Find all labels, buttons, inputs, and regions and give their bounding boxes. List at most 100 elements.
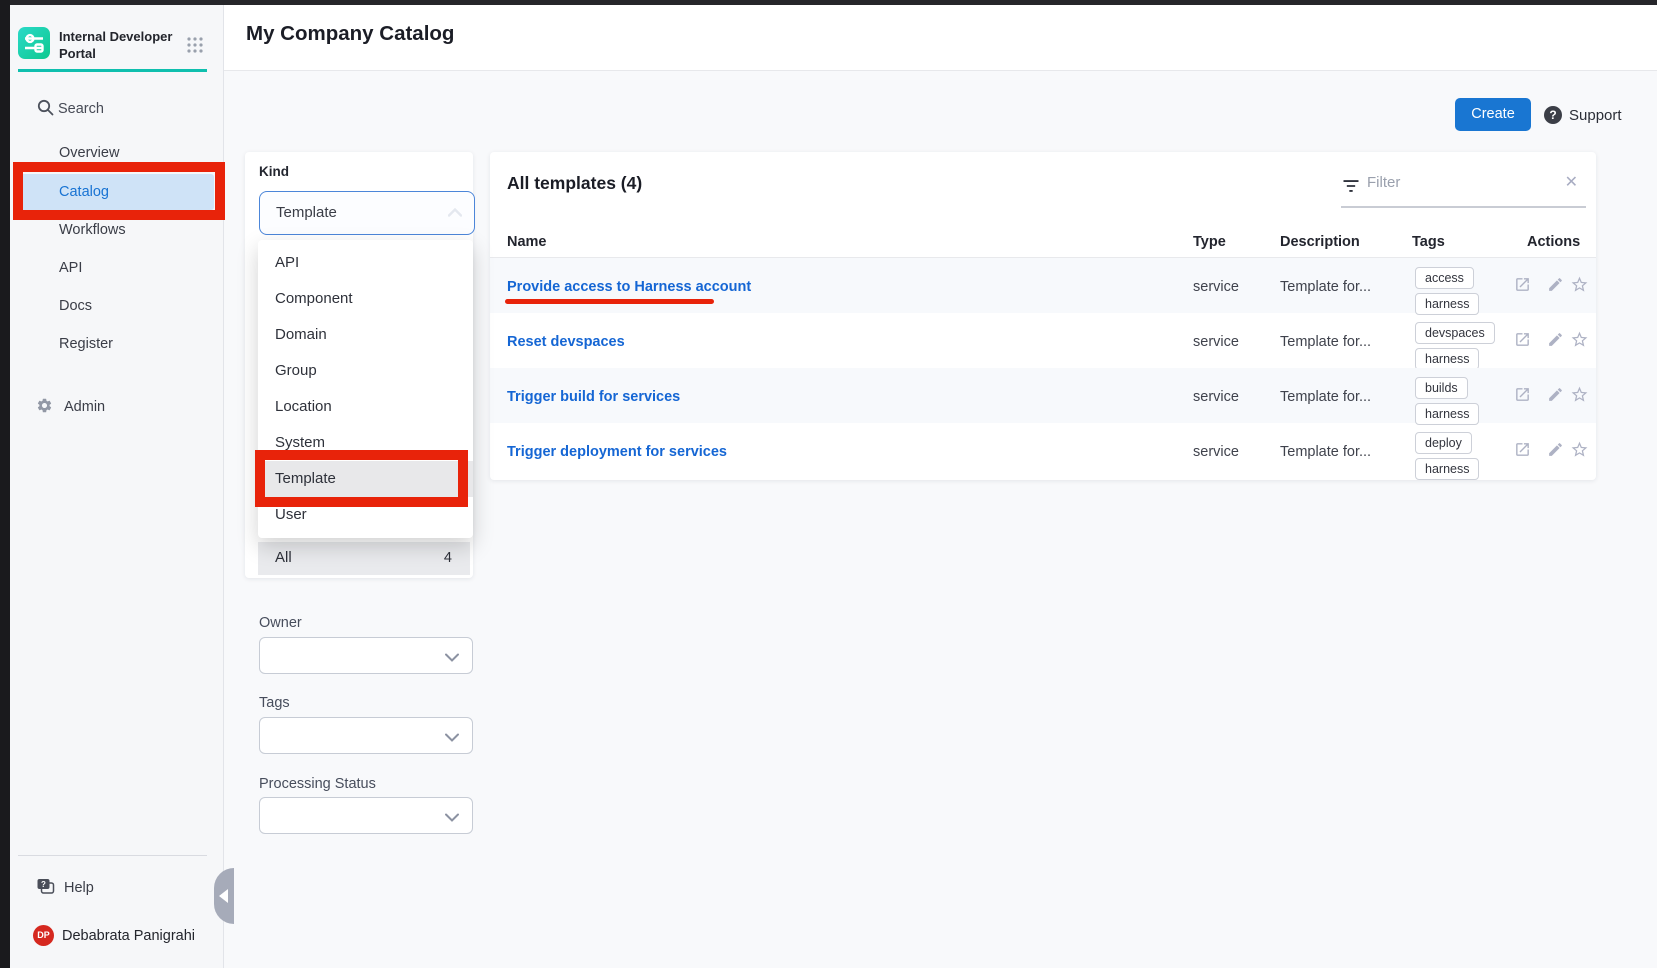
sidebar-item-search[interactable]: Search (10, 93, 224, 125)
edit-icon[interactable] (1547, 331, 1564, 348)
window-left-edge (0, 0, 10, 968)
support-button[interactable]: Support (1569, 107, 1622, 124)
chevron-down-icon (445, 653, 459, 662)
header-divider (224, 70, 1657, 71)
tags-select[interactable] (259, 717, 473, 754)
kind-option-system[interactable]: System (258, 425, 473, 461)
sidebar-item-admin[interactable]: Admin (10, 393, 224, 423)
tag-chip[interactable]: harness (1415, 458, 1479, 480)
template-name-link[interactable]: Provide access to Harness account (507, 279, 751, 295)
sidebar-item-help[interactable]: ? Help (10, 874, 224, 904)
open-in-new-icon[interactable] (1514, 386, 1531, 403)
all-count: 4 (444, 550, 452, 566)
kind-select[interactable]: Template (259, 191, 475, 235)
close-icon[interactable]: ✕ (1565, 172, 1578, 192)
column-header-actions: Actions (1527, 234, 1580, 250)
table-title: All templates (4) (507, 173, 642, 194)
sidebar-item-catalog[interactable]: Catalog (14, 174, 214, 210)
gear-icon (36, 397, 53, 414)
kind-label: Kind (259, 164, 289, 179)
tag-chip[interactable]: harness (1415, 348, 1479, 370)
sidebar-collapse-handle[interactable] (214, 868, 234, 924)
edit-icon[interactable] (1547, 441, 1564, 458)
column-header-name: Name (507, 234, 547, 250)
column-header-tags: Tags (1412, 234, 1445, 250)
sidebar-item-api[interactable]: API (14, 250, 214, 286)
tag-chip[interactable]: access (1415, 267, 1474, 289)
search-icon (36, 98, 55, 117)
edit-icon[interactable] (1547, 276, 1564, 293)
sidebar-item-label: Search (58, 101, 104, 117)
kind-option-location[interactable]: Location (258, 389, 473, 425)
kind-option-domain[interactable]: Domain (258, 317, 473, 353)
page-title: My Company Catalog (246, 22, 454, 46)
user-menu[interactable]: DP Debabrata Panigrahi (10, 925, 224, 955)
svg-text:?: ? (41, 880, 46, 889)
template-name-link[interactable]: Trigger build for services (507, 389, 680, 405)
tag-chip[interactable]: builds (1415, 377, 1468, 399)
table-filter: ✕ (1341, 170, 1586, 208)
template-name-link[interactable]: Trigger deployment for services (507, 444, 727, 460)
filter-icon (1341, 176, 1361, 196)
kind-option-template[interactable]: Template (258, 461, 473, 497)
open-in-new-icon[interactable] (1514, 331, 1531, 348)
open-in-new-icon[interactable] (1514, 441, 1531, 458)
window-top-edge (0, 0, 1657, 5)
create-button[interactable]: Create (1455, 98, 1531, 131)
filter-input[interactable] (1367, 174, 1557, 191)
tags-label: Tags (259, 695, 290, 711)
column-header-description: Description (1280, 234, 1360, 250)
tag-chip[interactable]: harness (1415, 293, 1479, 315)
apps-grid-icon[interactable] (186, 36, 204, 54)
kind-option-user[interactable]: User (258, 497, 473, 533)
table-row: Reset devspaces service Template for... … (490, 313, 1596, 368)
chevron-down-icon (445, 813, 459, 822)
kind-option-group[interactable]: Group (258, 353, 473, 389)
kind-option-component[interactable]: Component (258, 281, 473, 317)
table-row: Provide access to Harness account servic… (490, 258, 1596, 313)
star-icon[interactable] (1570, 385, 1589, 404)
row-type: service (1193, 279, 1239, 295)
sidebar: Internal Developer Portal Search Overvie… (10, 5, 224, 968)
edit-icon[interactable] (1547, 386, 1564, 403)
table-row: Trigger build for services service Templ… (490, 368, 1596, 423)
avatar: DP (33, 925, 54, 946)
star-icon[interactable] (1570, 330, 1589, 349)
row-type: service (1193, 334, 1239, 350)
tag-chip[interactable]: harness (1415, 403, 1479, 425)
row-description: Template for... (1280, 444, 1371, 460)
portal-title: Internal Developer Portal (59, 29, 189, 62)
owner-select[interactable] (259, 637, 473, 674)
chevron-down-icon (445, 733, 459, 742)
kind-all-row[interactable]: All 4 (258, 542, 470, 575)
star-icon[interactable] (1570, 275, 1589, 294)
sidebar-item-overview[interactable]: Overview (14, 135, 214, 171)
filter-underline (1341, 206, 1586, 208)
processing-status-select[interactable] (259, 797, 473, 834)
processing-status-label: Processing Status (259, 776, 376, 792)
sidebar-item-workflows[interactable]: Workflows (14, 212, 214, 248)
user-name: Debabrata Panigrahi (62, 928, 195, 944)
row-type: service (1193, 444, 1239, 460)
sidebar-item-label: Help (64, 880, 94, 896)
row-type: service (1193, 389, 1239, 405)
template-name-link[interactable]: Reset devspaces (507, 334, 625, 350)
brand-divider (18, 69, 207, 72)
tag-chip[interactable]: deploy (1415, 432, 1472, 454)
chevron-up-icon (448, 208, 462, 217)
open-in-new-icon[interactable] (1514, 276, 1531, 293)
kind-selected-value: Template (276, 192, 337, 234)
support-help-icon[interactable]: ? (1544, 106, 1562, 124)
kind-option-api[interactable]: API (258, 245, 473, 281)
sidebar-item-register[interactable]: Register (14, 326, 214, 362)
star-icon[interactable] (1570, 440, 1589, 459)
app-window: My Company Catalog Create ? Support Inte… (0, 0, 1657, 968)
tag-chip[interactable]: devspaces (1415, 322, 1495, 344)
row-description: Template for... (1280, 334, 1371, 350)
chevron-left-icon (219, 889, 228, 903)
sidebar-item-docs[interactable]: Docs (14, 288, 214, 324)
sidebar-divider (18, 855, 207, 856)
all-label: All (275, 549, 292, 566)
table-row: Trigger deployment for services service … (490, 423, 1596, 478)
kind-dropdown-menu: API Component Domain Group Location Syst… (258, 240, 473, 538)
